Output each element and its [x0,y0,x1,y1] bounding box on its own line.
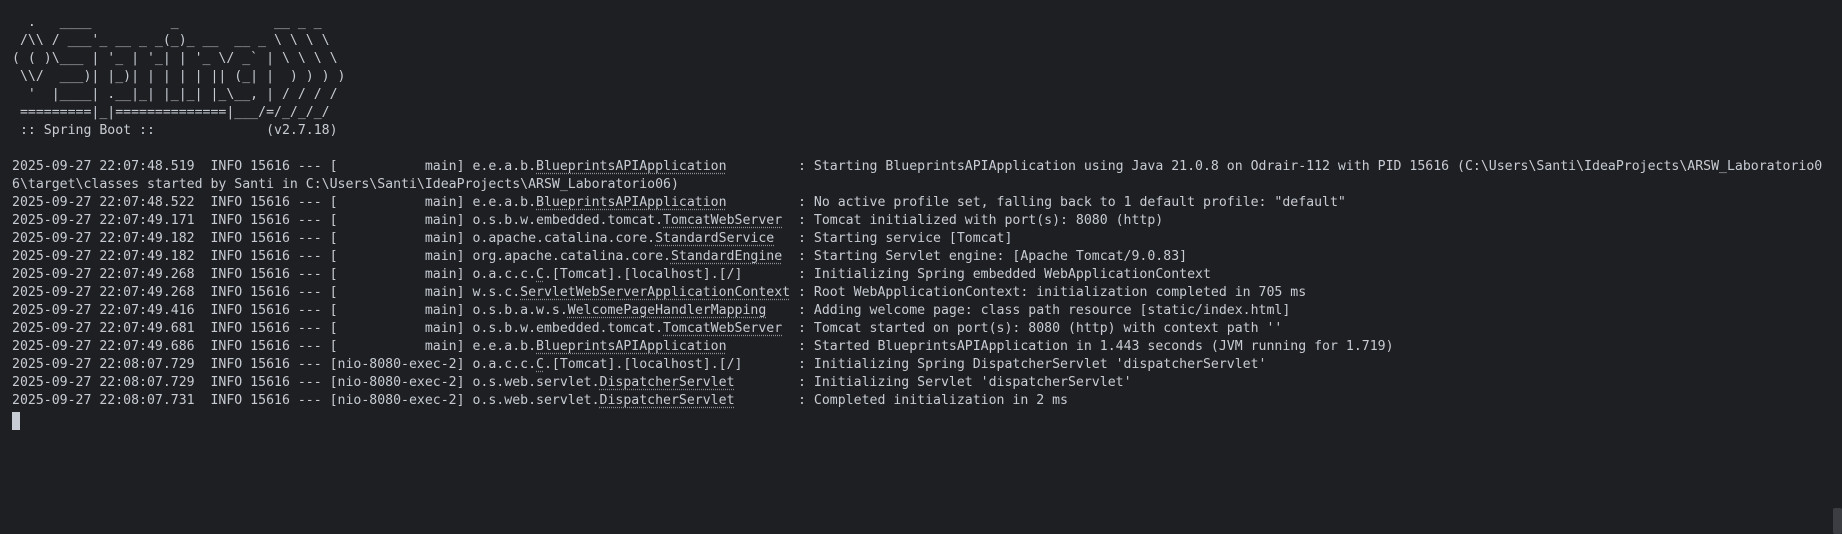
log-message: : Starting Servlet engine: [Apache Tomca… [798,249,1188,264]
log-padding [735,375,799,390]
log-message: : Tomcat initialized with port(s): 8080 … [798,213,1164,228]
log-padding [782,213,798,228]
log-padding [766,303,798,318]
logger-class-link[interactable]: C [536,267,544,282]
logger-class-link[interactable]: ServletWebServerApplicationContext [520,285,790,300]
logger-class-link[interactable]: WelcomePageHandlerMapping [568,303,767,318]
scrollbar-thumb[interactable] [1833,508,1842,534]
logger-class-link[interactable]: BlueprintsAPIApplication [536,195,727,210]
log-prefix: 2025-09-27 22:07:49.268 INFO 15616 --- [… [12,285,521,300]
log-message: : Starting BlueprintsAPIApplication usin… [798,159,1823,174]
logger-class-link[interactable]: C [536,357,544,372]
log-padding [727,339,798,354]
log-prefix: 2025-09-27 22:07:48.519 INFO 15616 --- [… [12,159,537,174]
log-message: : Started BlueprintsAPIApplication in 1.… [798,339,1394,354]
spring-ascii-banner: . ____ _ __ _ _ /\\ / ___'_ __ _ _(_)_ _… [12,15,346,120]
logger-class-link[interactable]: BlueprintsAPIApplication [536,339,727,354]
log-message: : Initializing Servlet 'dispatcherServle… [798,375,1132,390]
log-prefix: 2025-09-27 22:07:49.268 INFO 15616 --- [… [12,267,537,282]
log-prefix: 2025-09-27 22:07:49.182 INFO 15616 --- [… [12,249,671,264]
logger-class-link[interactable]: StandardService [655,231,774,246]
log-lines: 2025-09-27 22:07:48.519 INFO 15616 --- [… [12,158,1842,410]
log-prefix: 2025-09-27 22:07:49.182 INFO 15616 --- [… [12,231,656,246]
log-padding [774,231,798,246]
log-line: 2025-09-27 22:08:07.731 INFO 15616 --- [… [12,392,1842,410]
log-padding [782,321,798,336]
spring-boot-version: (v2.7.18) [266,123,338,138]
log-message: : Adding welcome page: class path resour… [798,303,1291,318]
log-line: 2025-09-27 22:08:07.729 INFO 15616 --- [… [12,356,1842,374]
log-line: 2025-09-27 22:07:48.522 INFO 15616 --- [… [12,194,1842,212]
log-line: 2025-09-27 22:07:49.416 INFO 15616 --- [… [12,302,1842,320]
spring-boot-label: :: Spring Boot :: [12,123,155,138]
log-message: : Root WebApplicationContext: initializa… [798,285,1307,300]
log-line: 2025-09-27 22:07:49.681 INFO 15616 --- [… [12,320,1842,338]
log-message: : Completed initialization in 2 ms [798,393,1068,408]
log-message: : Tomcat started on port(s): 8080 (http)… [798,321,1283,336]
log-padding [727,159,798,174]
log-padding [727,195,798,210]
log-line: 2025-09-27 22:07:49.171 INFO 15616 --- [… [12,212,1842,230]
log-prefix: 2025-09-27 22:07:49.686 INFO 15616 --- [… [12,339,537,354]
log-prefix: 2025-09-27 22:08:07.731 INFO 15616 --- [… [12,393,600,408]
logger-class-link[interactable]: TomcatWebServer [663,213,782,228]
log-prefix: 2025-09-27 22:07:49.416 INFO 15616 --- [… [12,303,568,318]
log-line-continuation: 6\target\classes started by Santi in C:\… [12,177,679,192]
input-line[interactable] [12,410,1842,430]
logger-class-link[interactable]: StandardEngine [671,249,782,264]
logger-class-link[interactable]: DispatcherServlet [600,393,735,408]
log-line: 2025-09-27 22:07:48.519 INFO 15616 --- [… [12,158,1842,176]
log-prefix: 2025-09-27 22:08:07.729 INFO 15616 --- [… [12,375,600,390]
log-padding [782,249,798,264]
log-line: 2025-09-27 22:07:49.182 INFO 15616 --- [… [12,230,1842,248]
logger-class-link[interactable]: DispatcherServlet [600,375,735,390]
log-line: 2025-09-27 22:07:49.268 INFO 15616 --- [… [12,266,1842,284]
log-padding [790,285,798,300]
log-message: : Starting service [Tomcat] [798,231,1013,246]
log-prefix: 2025-09-27 22:07:48.522 INFO 15616 --- [… [12,195,537,210]
log-prefix: 2025-09-27 22:07:49.171 INFO 15616 --- [… [12,213,664,228]
log-message: .[Tomcat].[localhost].[/] : Initializing… [543,267,1211,282]
spring-boot-version-line: :: Spring Boot :: (v2.7.18) [12,122,1842,140]
log-padding [735,393,799,408]
log-line: 2025-09-27 22:07:49.268 INFO 15616 --- [… [12,284,1842,302]
text-cursor [12,412,20,430]
log-line: 2025-09-27 22:08:07.729 INFO 15616 --- [… [12,374,1842,392]
log-prefix: 2025-09-27 22:08:07.729 INFO 15616 --- [… [12,357,537,372]
logger-class-link[interactable]: BlueprintsAPIApplication [536,159,727,174]
log-line: 2025-09-27 22:07:49.686 INFO 15616 --- [… [12,338,1842,356]
logger-class-link[interactable]: TomcatWebServer [663,321,782,336]
log-prefix: 2025-09-27 22:07:49.681 INFO 15616 --- [… [12,321,664,336]
log-message: : No active profile set, falling back to… [798,195,1346,210]
console-output[interactable]: . ____ _ __ _ _ /\\ / ___'_ __ _ _(_)_ _… [0,0,1842,534]
log-message: .[Tomcat].[localhost].[/] : Initializing… [543,357,1267,372]
log-line: 2025-09-27 22:07:49.182 INFO 15616 --- [… [12,248,1842,266]
